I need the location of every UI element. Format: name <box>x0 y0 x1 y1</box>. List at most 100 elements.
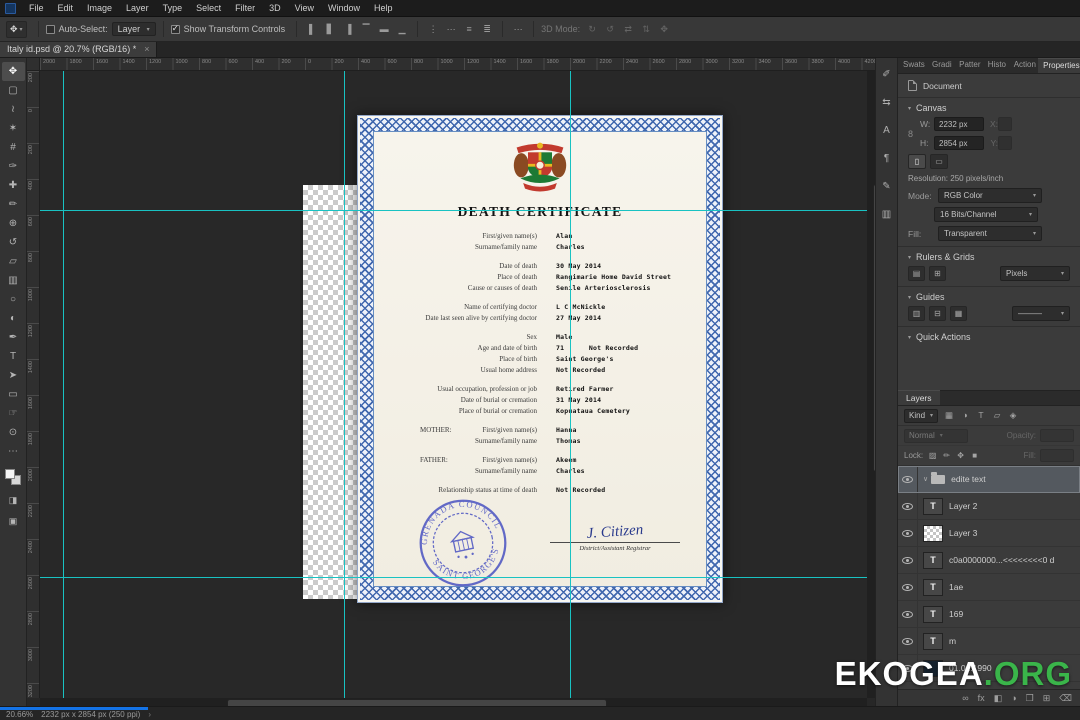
gradient-tool[interactable]: ▥ <box>2 271 25 290</box>
show-transform-checkbox[interactable] <box>170 23 180 34</box>
mode-select[interactable]: RGB Color <box>938 188 1042 203</box>
toggle-grid-icon[interactable]: ⊞ <box>929 266 946 281</box>
layer-visibility-toggle[interactable] <box>898 547 918 573</box>
panel-tab-properties[interactable]: Properties <box>1038 58 1080 73</box>
menu-item-image[interactable]: Image <box>80 0 119 16</box>
menu-item-select[interactable]: Select <box>189 0 228 16</box>
menu-item-layer[interactable]: Layer <box>119 0 156 16</box>
certificate-field-value[interactable]: Kopuataua Cemetery <box>556 407 630 415</box>
ruler-corner[interactable] <box>27 58 40 71</box>
lock-transparency-icon[interactable]: ▨ <box>927 451 938 460</box>
certificate-field-value[interactable]: 31 May 2014 <box>556 396 601 404</box>
delete-layer-icon[interactable]: ⌫ <box>1059 693 1072 704</box>
align-right-icon[interactable]: ▐ <box>342 22 354 36</box>
brush-tool[interactable]: ✏ <box>2 195 25 214</box>
brush-settings-panel-icon[interactable]: ✐ <box>878 66 896 82</box>
certificate-field-value[interactable]: Retired Farmer <box>556 385 614 393</box>
color-swatches[interactable] <box>5 469 21 485</box>
pen-tool[interactable]: ✒ <box>2 328 25 347</box>
toggle-rulers-icon[interactable]: ▤ <box>908 266 925 281</box>
panel-tab-swats[interactable]: Swats <box>898 58 927 73</box>
guide-horizontal-2[interactable] <box>40 577 867 578</box>
canvas-section-header[interactable]: Canvas <box>908 103 1070 113</box>
width-input[interactable]: 2232 px <box>934 117 984 131</box>
layer-thumbnail[interactable]: T <box>923 605 943 623</box>
height-input[interactable]: 2854 px <box>934 136 984 150</box>
adjustment-layer-icon[interactable]: ◑ <box>1011 693 1016 703</box>
lock-position-icon[interactable]: ✥ <box>955 451 966 460</box>
certificate-field-value[interactable]: 30 May 2014 <box>556 262 601 270</box>
lock-guides-icon[interactable]: ⊟ <box>929 306 946 321</box>
glyphs-panel-icon[interactable]: ✎ <box>878 178 896 194</box>
paths-panel-icon[interactable]: ⇆ <box>878 94 896 110</box>
eyedropper-tool[interactable]: ✑ <box>2 157 25 176</box>
layer-row[interactable]: T Layer 2 <box>898 493 1080 520</box>
menu-item-filter[interactable]: Filter <box>228 0 262 16</box>
vertical-scrollbar[interactable] <box>867 71 893 698</box>
orientation-portrait-button[interactable]: ▯ <box>908 154 926 169</box>
certificate-document[interactable]: DEATH CERTIFICATE First/given name(s) Ala… <box>357 115 723 603</box>
menu-item-view[interactable]: View <box>288 0 321 16</box>
layer-visibility-toggle[interactable] <box>898 574 918 600</box>
certificate-field-value[interactable]: Saint George's <box>556 355 614 363</box>
vertical-ruler[interactable]: 200 0 200 400 600 800 1000 1200 1400 1600 1800 2000… <box>27 71 40 698</box>
menu-item-help[interactable]: Help <box>367 0 400 16</box>
3d-roll-icon[interactable]: ↺ <box>604 22 616 36</box>
quick-actions-section-header[interactable]: Quick Actions <box>908 332 1070 342</box>
filter-smart-objects-icon[interactable]: ◈ <box>1007 410 1019 421</box>
filter-adjustment-layers-icon[interactable]: ◑ <box>959 410 971 421</box>
units-select[interactable]: Pixels <box>1000 266 1070 281</box>
distribute-right-icon[interactable]: ≣ <box>481 22 493 36</box>
layer-thumbnail[interactable]: T <box>923 632 943 650</box>
align-left-icon[interactable]: ▌ <box>306 22 318 36</box>
guide-vertical-1[interactable] <box>63 71 64 698</box>
x-input[interactable] <box>998 117 1012 131</box>
3d-rotate-icon[interactable]: ↻ <box>586 22 598 36</box>
align-center-v-icon[interactable]: ▬ <box>378 22 390 36</box>
path-selection-tool[interactable]: ➤ <box>2 366 25 385</box>
layer-visibility-toggle[interactable] <box>898 601 918 627</box>
layer-effects-icon[interactable]: fx <box>978 693 985 703</box>
clear-guides-icon[interactable]: ▦ <box>950 306 967 321</box>
auto-select-checkbox[interactable] <box>45 24 55 34</box>
panel-tab-patter[interactable]: Patter <box>954 58 983 73</box>
zoom-tool[interactable]: ⊙ <box>2 423 25 442</box>
hand-tool[interactable]: ☞ <box>2 404 25 423</box>
layer-row[interactable]: Tm <box>898 628 1080 655</box>
guide-vertical-3[interactable] <box>570 71 571 698</box>
layer-thumbnail[interactable] <box>923 524 943 542</box>
layer-row[interactable]: T 1ae <box>898 574 1080 601</box>
menu-item-edit[interactable]: Edit <box>51 0 81 16</box>
guide-vertical-2[interactable] <box>344 71 345 698</box>
tool-preset-picker[interactable]: ✥ ▾ <box>6 20 27 38</box>
layer-row[interactable]: Tc0a0000000...<<<<<<<<0 d <box>898 547 1080 574</box>
align-top-icon[interactable]: ▔ <box>360 22 372 36</box>
lock-pixels-icon[interactable]: ✏ <box>941 451 952 460</box>
guide-horizontal-1[interactable] <box>40 210 867 211</box>
libraries-panel-icon[interactable]: ▥ <box>878 206 896 222</box>
foreground-color-swatch[interactable] <box>5 469 15 479</box>
horizontal-ruler[interactable]: 2000 1800 1600 1400 1200 1000 800 600 400 200 0 200… <box>40 58 875 71</box>
character-panel-icon[interactable]: A <box>878 122 896 138</box>
rulers-grids-section-header[interactable]: Rulers & Grids <box>908 252 1070 262</box>
blur-tool[interactable]: ○ <box>2 290 25 309</box>
edit-toolbar-icon[interactable]: ⋯ <box>2 442 25 461</box>
certificate-field-value[interactable]: Not Recorded <box>556 486 605 494</box>
new-layer-icon[interactable]: ⊞ <box>1043 693 1051 704</box>
layer-visibility-toggle[interactable] <box>898 628 918 654</box>
layer-visibility-toggle[interactable] <box>898 493 918 519</box>
toggle-guides-icon[interactable]: ▥ <box>908 306 925 321</box>
layer-row[interactable]: ∨ edite text <box>898 466 1080 493</box>
blend-mode-select[interactable]: Normal <box>904 428 968 443</box>
lock-all-icon[interactable]: ■ <box>969 451 980 460</box>
layer-row[interactable]: T 169 <box>898 601 1080 628</box>
filter-shape-layers-icon[interactable]: ▱ <box>991 410 1003 421</box>
3d-slide-icon[interactable]: ⇅ <box>640 22 652 36</box>
group-expand-icon[interactable]: ∨ <box>923 475 928 483</box>
filter-pixel-layers-icon[interactable]: ▦ <box>943 410 955 421</box>
tab-layers[interactable]: Layers <box>898 390 940 405</box>
certificate-field-value[interactable]: Akeem <box>556 456 577 464</box>
layer-filter-kind-select[interactable]: Kind <box>904 408 939 423</box>
layer-row[interactable]: Layer 3 <box>898 520 1080 547</box>
align-bottom-icon[interactable]: ▁ <box>396 22 408 36</box>
